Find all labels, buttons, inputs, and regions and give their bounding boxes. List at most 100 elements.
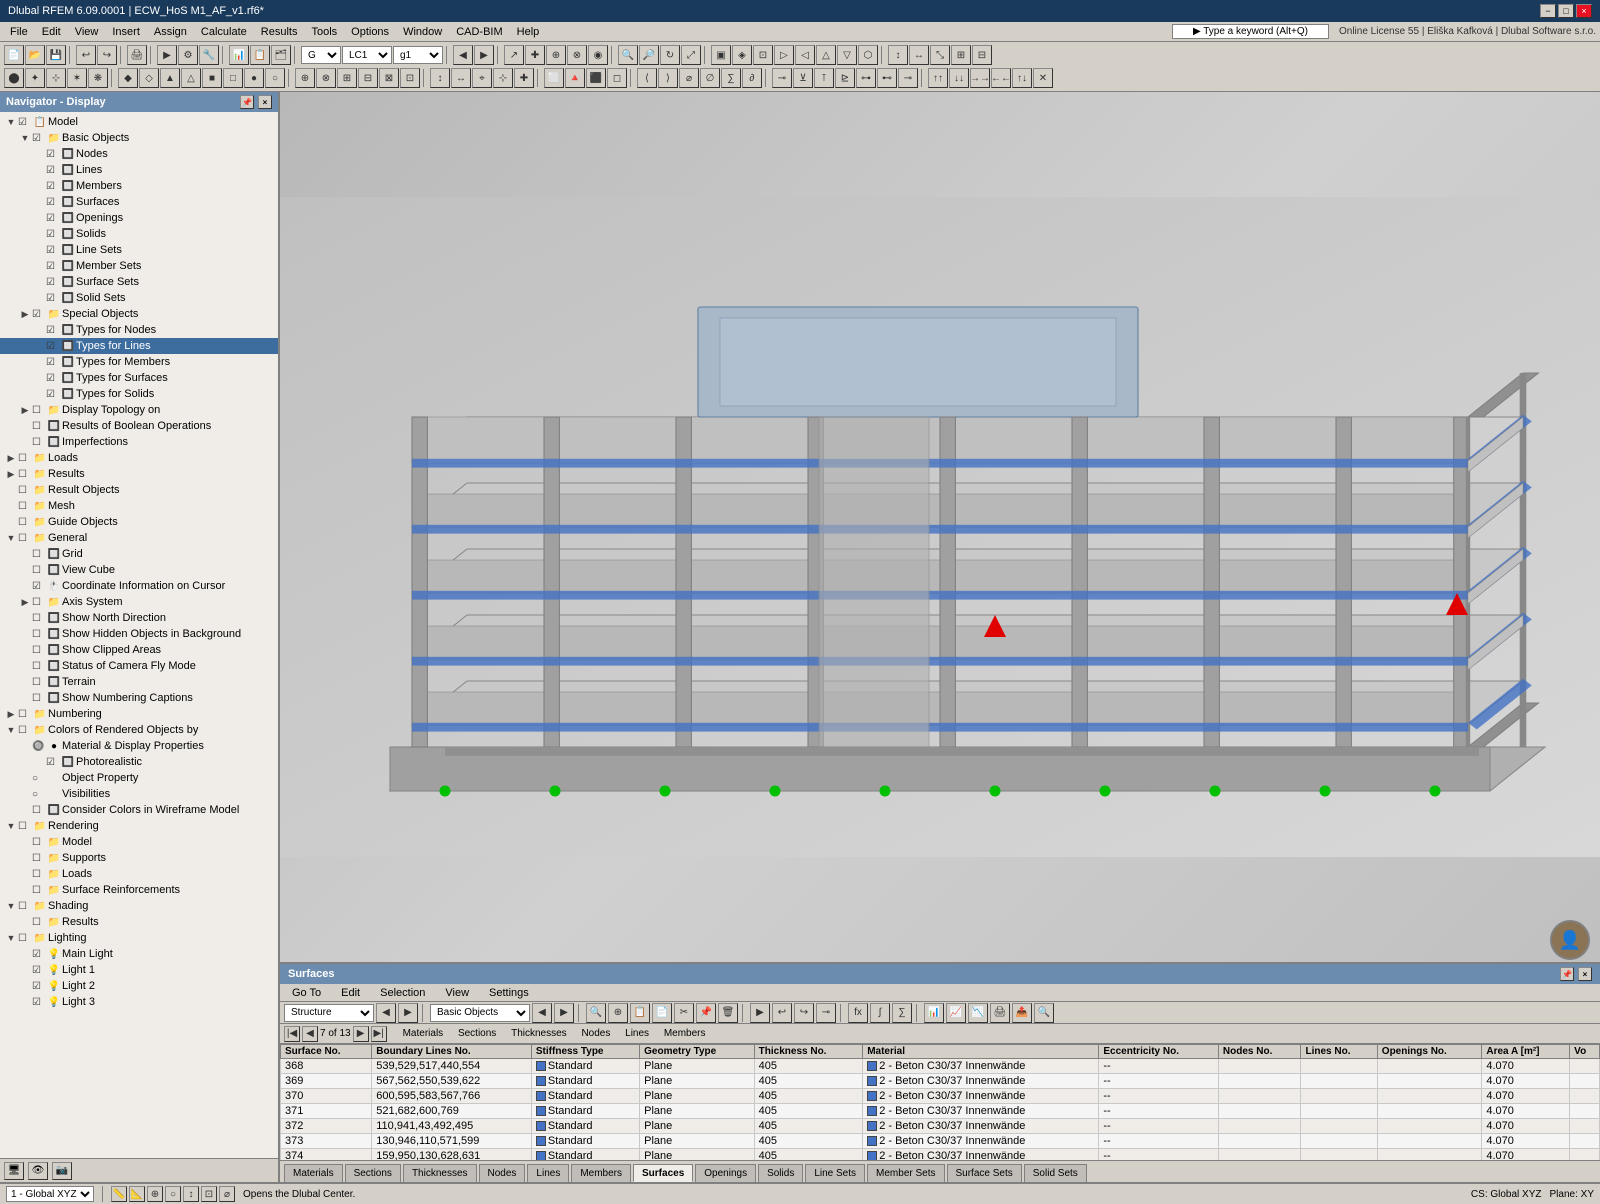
tree-item-mesh[interactable]: ☐ 📁 Mesh <box>0 498 278 514</box>
table-row[interactable]: 371 521,682,600,769 Standard Plane 405 2… <box>281 1104 1600 1119</box>
rot2[interactable]: ⤢ <box>681 45 701 65</box>
draw3[interactable]: ⊹ <box>46 68 66 88</box>
view3[interactable]: 🗂 <box>271 45 291 65</box>
extra1[interactable]: ⊸ <box>772 68 792 88</box>
tree-item-object-property[interactable]: ○ Object Property <box>0 770 278 786</box>
table-row[interactable]: 373 130,946,110,571,599 Standard Plane 4… <box>281 1134 1600 1149</box>
tree-item-openings[interactable]: ☑ 🔲 Openings <box>0 210 278 226</box>
surf-tool6[interactable]: 📌 <box>696 1003 716 1023</box>
tab-member-sets[interactable]: Member Sets <box>867 1164 944 1182</box>
surf-tool18[interactable]: 🖨 <box>990 1003 1010 1023</box>
redo-btn[interactable]: ↪ <box>97 45 117 65</box>
surf-tool10[interactable]: ↪ <box>794 1003 814 1023</box>
nav-btn-camera[interactable]: 📷 <box>52 1162 72 1180</box>
tree-item-hidden-bg[interactable]: ☐ 🔲 Show Hidden Objects in Background <box>0 626 278 642</box>
xform3[interactable]: ⤡ <box>930 45 950 65</box>
surfaces-pin-btn[interactable]: 📌 <box>1560 967 1574 981</box>
surf-tool9[interactable]: ↩ <box>772 1003 792 1023</box>
menu-options[interactable]: Options <box>345 25 395 39</box>
sym4[interactable]: ←← <box>991 68 1011 88</box>
calc2[interactable]: ⚙ <box>178 45 198 65</box>
surf-tool5[interactable]: ✂ <box>674 1003 694 1023</box>
extra2[interactable]: ⊻ <box>793 68 813 88</box>
surf-menu-goto[interactable]: Go To <box>286 986 327 1000</box>
menu-insert[interactable]: Insert <box>106 25 146 39</box>
sel4[interactable]: ⊗ <box>567 45 587 65</box>
tab-thicknesses[interactable]: Thicknesses <box>403 1164 477 1182</box>
tree-item-display-topo[interactable]: ▶ ☐ 📁 Display Topology on <box>0 402 278 418</box>
struct6[interactable]: ⊡ <box>400 68 420 88</box>
tree-item-loads[interactable]: ▶ ☐ 📁 Loads <box>0 450 278 466</box>
maximize-button[interactable]: □ <box>1558 4 1574 18</box>
extra7[interactable]: ⊸ <box>898 68 918 88</box>
node3[interactable]: ▲ <box>160 68 180 88</box>
tree-item-numbering-captions[interactable]: ☐ 🔲 Show Numbering Captions <box>0 690 278 706</box>
tree-item-lines[interactable]: ☑ 🔲 Lines <box>0 162 278 178</box>
menu-edit[interactable]: Edit <box>36 25 67 39</box>
struct4[interactable]: ⊟ <box>358 68 378 88</box>
menu-cad-bim[interactable]: CAD-BIM <box>450 25 508 39</box>
nav2[interactable]: ▶ <box>474 45 494 65</box>
lc-combo[interactable]: G <box>301 46 341 64</box>
surf-nav-prev2[interactable]: ◀ <box>532 1003 552 1023</box>
lc3-combo[interactable]: g1 <box>393 46 443 64</box>
tab-materials[interactable]: Materials <box>284 1164 343 1182</box>
menu-view[interactable]: View <box>69 25 105 39</box>
tree-item-visibilities[interactable]: ○ Visibilities <box>0 786 278 802</box>
tree-item-loads2[interactable]: ☐ 📁 Loads <box>0 866 278 882</box>
xform2[interactable]: ↔ <box>909 45 929 65</box>
more4[interactable]: ▽ <box>837 45 857 65</box>
tree-item-light3[interactable]: ☑ 💡 Light 3 <box>0 994 278 1010</box>
new-btn[interactable]: 📄 <box>4 45 24 65</box>
table-row[interactable]: 370 600,595,583,567,766 Standard Plane 4… <box>281 1089 1600 1104</box>
tree-item-results[interactable]: ▶ ☐ 📁 Results <box>0 466 278 482</box>
table-row[interactable]: 369 567,562,550,539,622 Standard Plane 4… <box>281 1074 1600 1089</box>
undo-btn[interactable]: ↩ <box>76 45 96 65</box>
misc3[interactable]: ⌀ <box>679 68 699 88</box>
tree-item-shad-results[interactable]: ☐ 📁 Results <box>0 914 278 930</box>
close-x[interactable]: ✕ <box>1033 68 1053 88</box>
tab-nodes[interactable]: Nodes <box>575 1027 616 1040</box>
struct3[interactable]: ⊞ <box>337 68 357 88</box>
tab-solid-sets[interactable]: Solid Sets <box>1024 1164 1087 1182</box>
struct5[interactable]: ⊠ <box>379 68 399 88</box>
extra6[interactable]: ⊷ <box>877 68 897 88</box>
tab-nodes[interactable]: Nodes <box>479 1164 526 1182</box>
view2[interactable]: 📋 <box>250 45 270 65</box>
tab-surface-sets[interactable]: Surface Sets <box>947 1164 1022 1182</box>
xform4[interactable]: ⊞ <box>951 45 971 65</box>
nav-btn-screen[interactable]: 🖥 <box>4 1162 24 1180</box>
filter4[interactable]: ◻ <box>607 68 627 88</box>
surf-tool19[interactable]: 📤 <box>1012 1003 1032 1023</box>
surf-tool12[interactable]: fx <box>848 1003 868 1023</box>
draw4[interactable]: ✶ <box>67 68 87 88</box>
tree-item-surface-reinf[interactable]: ☐ 📁 Surface Reinforcements <box>0 882 278 898</box>
tree-item-types-surfaces[interactable]: ☑ 🔲 Types for Surfaces <box>0 370 278 386</box>
more1[interactable]: ▷ <box>774 45 794 65</box>
tree-item-photorealistic[interactable]: ☑ 🔲 Photorealistic <box>0 754 278 770</box>
calc3[interactable]: 🔧 <box>199 45 219 65</box>
rot1[interactable]: ↻ <box>660 45 680 65</box>
tree-item-special[interactable]: ▶ ☑ 📁 Special Objects <box>0 306 278 322</box>
surf-tool7[interactable]: 🗑 <box>718 1003 738 1023</box>
draw1[interactable]: ⬤ <box>4 68 24 88</box>
sel5[interactable]: ◉ <box>588 45 608 65</box>
basic-objects-combo[interactable]: Basic Objects <box>430 1004 530 1022</box>
surf-menu-settings[interactable]: Settings <box>483 986 535 1000</box>
zoom2[interactable]: 🔎 <box>639 45 659 65</box>
tree-item-solids[interactable]: ☑ 🔲 Solids <box>0 226 278 242</box>
surf-nav-next[interactable]: ▶ <box>398 1003 418 1023</box>
menu-results[interactable]: Results <box>255 25 304 39</box>
surf-tool17[interactable]: 📉 <box>968 1003 988 1023</box>
tree-item-types-members[interactable]: ☑ 🔲 Types for Members <box>0 354 278 370</box>
tree-item-rend-model[interactable]: ☐ 📁 Model <box>0 834 278 850</box>
lc2-combo[interactable]: LC1 <box>342 46 392 64</box>
filter3[interactable]: ⬛ <box>586 68 606 88</box>
tree-item-types-nodes[interactable]: ☑ 🔲 Types for Nodes <box>0 322 278 338</box>
page-next[interactable]: ▶ <box>353 1026 369 1042</box>
extra5[interactable]: ⊶ <box>856 68 876 88</box>
snap1[interactable]: ⌖ <box>472 68 492 88</box>
tab-sections[interactable]: Sections <box>345 1164 401 1182</box>
sym2[interactable]: ↓↓ <box>949 68 969 88</box>
tree-item-axis-system[interactable]: ▶ ☐ 📁 Axis System <box>0 594 278 610</box>
